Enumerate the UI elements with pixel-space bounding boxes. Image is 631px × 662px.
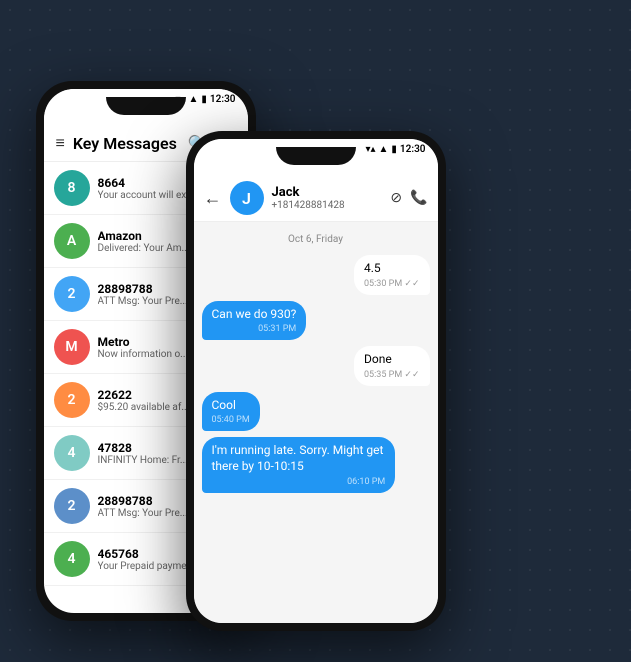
bubble-meta-1: 05:30 PM ✓✓ <box>364 279 420 289</box>
bubble-text-4: Cool <box>212 398 250 414</box>
chat-messages-area: Oct 6, Friday 4.5 05:30 PM ✓✓ Can we do … <box>194 222 438 623</box>
phone2-notch <box>276 147 356 165</box>
avatar: 2 <box>54 276 90 312</box>
avatar: 8 <box>54 170 90 206</box>
scene: ▾▴ ▲ ▮ 12:30 ≡ Key Messages 🔍 📋 8 <box>26 21 606 641</box>
avatar: 4 <box>54 435 90 471</box>
date-divider: Oct 6, Friday <box>202 234 430 245</box>
message-bubble-4: Cool 05:40 PM <box>202 392 260 432</box>
wifi-icon-2: ▾▴ <box>365 144 375 155</box>
phone2-time: 12:30 <box>400 144 426 155</box>
phone1-notch <box>106 97 186 115</box>
phone1-time: 12:30 <box>210 94 236 105</box>
chat-header-actions: ⊘ 📞 <box>390 190 427 206</box>
bubble-meta-3: 05:35 PM ✓✓ <box>364 370 420 380</box>
avatar: M <box>54 329 90 365</box>
bubble-text-5: I'm running late. Sorry. Might get there… <box>212 443 386 474</box>
message-bubble-5: I'm running late. Sorry. Might get there… <box>202 437 396 492</box>
phone2-status-icons: ▾▴ ▲ ▮ 12:30 <box>365 144 425 155</box>
bubble-text-1: 4.5 <box>364 261 420 277</box>
chat-contact-name: Jack <box>272 185 383 200</box>
avatar-label: J <box>242 189 251 208</box>
bubble-meta-5: 06:10 PM <box>212 477 386 487</box>
bubble-text-2: Can we do 930? <box>212 307 297 323</box>
phone-chat: ▾▴ ▲ ▮ 12:30 ← J Jack +181428881428 ⊘ <box>186 131 446 631</box>
back-button[interactable]: ← <box>204 188 222 209</box>
bubble-meta-4: 05:40 PM <box>212 415 250 425</box>
chat-header: ← J Jack +181428881428 ⊘ 📞 <box>194 159 438 222</box>
message-bubble-2: Can we do 930? 05:31 PM <box>202 301 307 341</box>
message-bubble-1: 4.5 05:30 PM ✓✓ <box>354 255 430 295</box>
avatar: 2 <box>54 488 90 524</box>
call-icon[interactable]: 📞 <box>410 190 427 206</box>
signal-icon-2: ▲ <box>379 144 389 155</box>
block-icon[interactable]: ⊘ <box>390 190 402 206</box>
chat-contact-avatar: J <box>230 181 264 215</box>
chat-contact-phone: +181428881428 <box>272 200 383 211</box>
avatar: 2 <box>54 382 90 418</box>
chat-contact-info: Jack +181428881428 <box>272 185 383 211</box>
avatar: A <box>54 223 90 259</box>
battery-icon-2: ▮ <box>391 144 397 155</box>
hamburger-icon[interactable]: ≡ <box>56 133 65 153</box>
signal-icon: ▲ <box>189 94 199 105</box>
bubble-text-3: Done <box>364 352 420 368</box>
phone2-screen: ▾▴ ▲ ▮ 12:30 ← J Jack +181428881428 ⊘ <box>194 139 438 623</box>
avatar: 4 <box>54 541 90 577</box>
battery-icon: ▮ <box>201 94 207 105</box>
message-bubble-3: Done 05:35 PM ✓✓ <box>354 346 430 386</box>
bubble-meta-2: 05:31 PM <box>212 324 297 334</box>
messages-title: Key Messages <box>73 134 188 153</box>
